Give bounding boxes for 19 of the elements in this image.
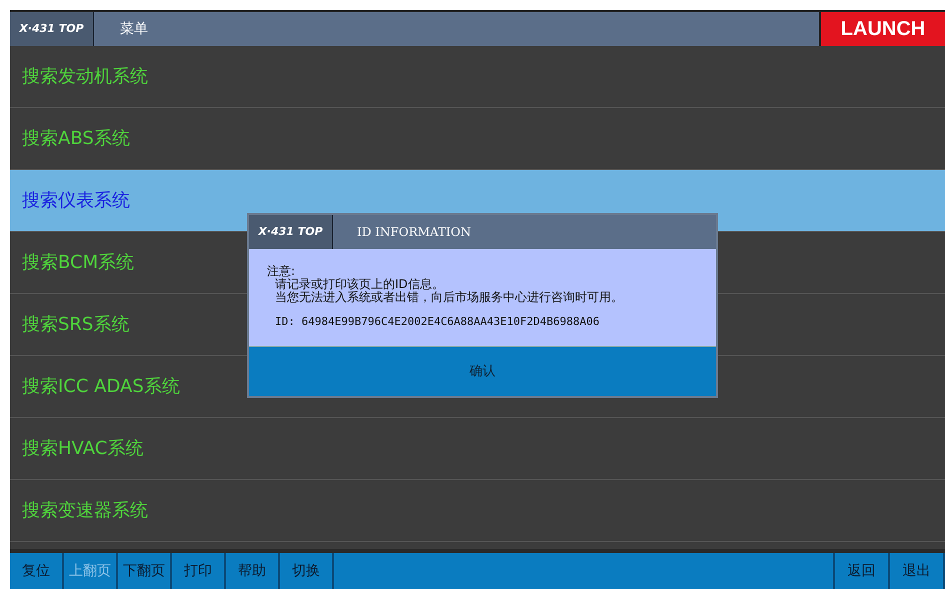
logo: X·431 TOP [10, 12, 94, 46]
toolbar-button[interactable]: 切换 [280, 553, 334, 589]
toolbar-button[interactable]: 复位 [10, 553, 64, 589]
brand-logo: LAUNCH [819, 12, 945, 46]
id-text: ID: 64984E99B796C4E2002E4C6A88AA43E10F2D4B6988A06 [274, 315, 601, 328]
toolbar-button[interactable]: 下翻页 [118, 553, 172, 589]
menu-item[interactable]: 搜索发动机系统 [10, 46, 945, 108]
notice-text: 当您无法进入系统或者出错，向后市场服务中心进行咨询时可用。 [274, 291, 624, 304]
toolbar-button[interactable]: 退出 [890, 553, 945, 589]
notice-heading: 注意: [267, 265, 296, 278]
notice-text: 请记录或打印该页上的ID信息。 [274, 278, 445, 291]
toolbar-button[interactable]: 帮助 [226, 553, 280, 589]
logo: X·431 TOP [249, 215, 333, 249]
confirm-button[interactable]: 确认 [249, 346, 716, 396]
menu-item[interactable]: 搜索HVAC系统 [10, 418, 945, 480]
header-title: 菜单 [120, 20, 148, 38]
toolbar-button[interactable]: 打印 [172, 553, 226, 589]
menu-item[interactable]: 搜索变速器系统 [10, 480, 945, 542]
toolbar-button[interactable]: 返回 [835, 553, 890, 589]
